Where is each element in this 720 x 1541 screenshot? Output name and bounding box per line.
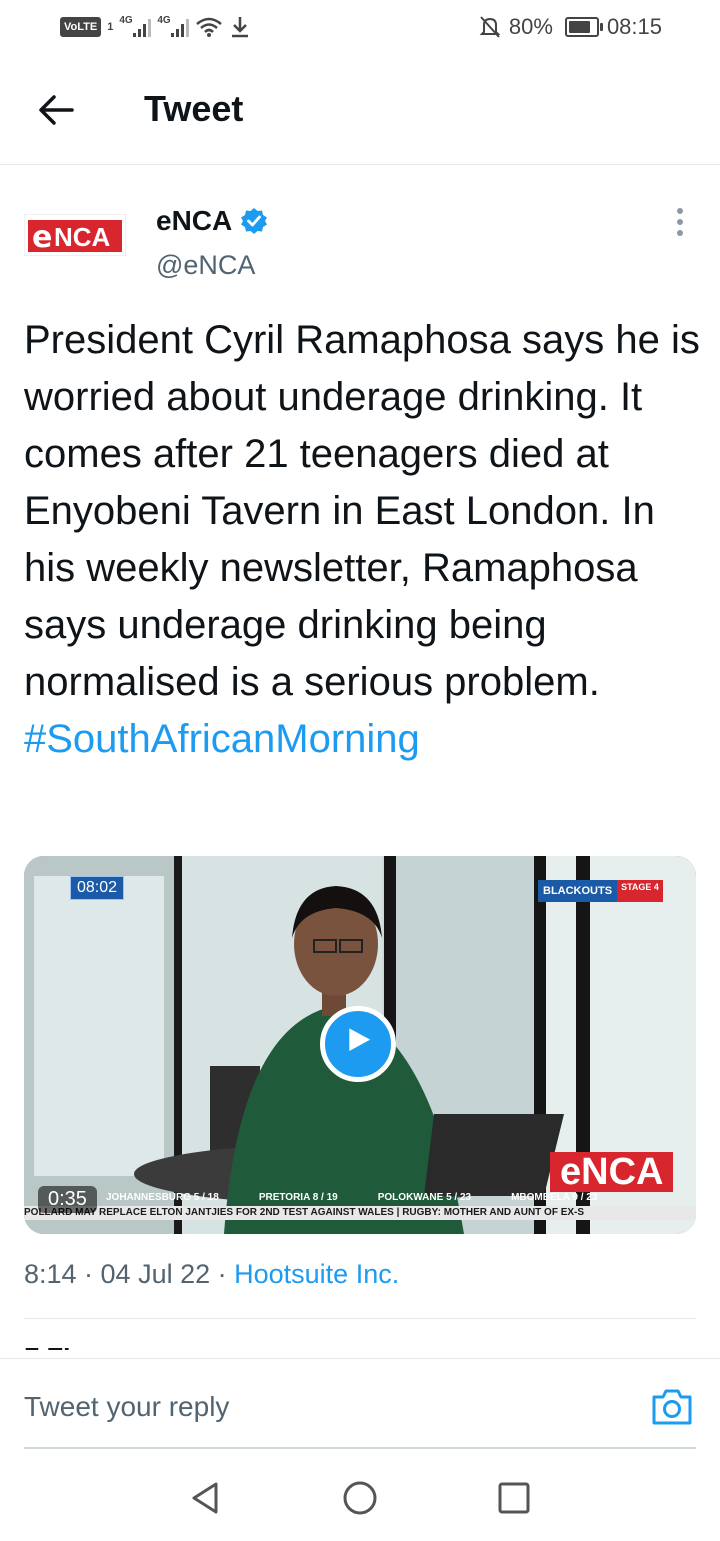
home-circle-icon[interactable]: [342, 1480, 378, 1516]
svg-text:e: e: [32, 220, 52, 255]
hashtag-link[interactable]: #SouthAfricanMorning: [24, 711, 704, 768]
author-name[interactable]: eNCA: [156, 205, 268, 237]
author-name-text: eNCA: [156, 205, 233, 236]
tweet-meta: 8:14 · 04 Jul 22 · Hootsuite Inc.: [24, 1259, 399, 1290]
status-bar: VoLTE 1 4G 4G 80% 08:15: [0, 0, 720, 54]
signal-icon: 4G: [157, 15, 190, 37]
battery-icon: [564, 17, 603, 37]
tweet-source-link[interactable]: Hootsuite Inc.: [234, 1259, 399, 1289]
tweet-timestamp: 8:14 · 04 Jul 22 ·: [24, 1259, 235, 1289]
reply-bar: Tweet your reply: [0, 1358, 720, 1449]
page-title: Tweet: [144, 88, 244, 129]
system-nav-bar: [0, 1450, 720, 1541]
likes-count[interactable]: 1 Li: [24, 1348, 696, 1358]
likes-count-text: 1 Li: [24, 1348, 696, 1357]
reply-input[interactable]: Tweet your reply: [24, 1391, 229, 1423]
channel-logo: eNCA: [550, 1152, 674, 1192]
wifi-icon: [196, 17, 223, 37]
network-type-label: 4G: [119, 15, 133, 26]
verified-badge-icon: [241, 208, 268, 234]
overlay-banner: BLACKOUTS STAGE 4: [538, 880, 663, 902]
arrow-left-icon[interactable]: [36, 90, 76, 130]
svg-text:NCA: NCA: [54, 222, 111, 252]
video-duration: 0:35: [38, 1186, 97, 1213]
top-app-bar: Tweet: [0, 56, 720, 165]
battery-percent: 80%: [508, 14, 553, 39]
weather-item: JOHANNESBURG 5 / 18: [106, 1192, 219, 1203]
video-player[interactable]: 08:02 BLACKOUTS STAGE 4 eNCA JOHANNESBUR…: [24, 856, 696, 1234]
weather-item: MBOMBELA 9 / 23: [511, 1192, 598, 1203]
status-right: 80% 08:15: [479, 14, 662, 40]
back-triangle-icon[interactable]: [188, 1480, 224, 1516]
recents-square-icon[interactable]: [496, 1480, 532, 1516]
camera-icon[interactable]: [650, 1387, 694, 1427]
download-icon: [232, 17, 249, 38]
weather-row: JOHANNESBURG 5 / 18 PRETORIA 8 / 19 POLO…: [106, 1192, 696, 1204]
signal-icon: 4G: [119, 15, 152, 37]
news-ticker: POLLARD MAY REPLACE ELTON JANTJIES FOR 2…: [24, 1206, 696, 1220]
overlay-stage-label: STAGE 4: [617, 880, 663, 902]
clock: 08:15: [606, 14, 662, 39]
sim-label: 1: [107, 21, 114, 33]
reply-underline: [24, 1447, 696, 1449]
play-icon[interactable]: [320, 1006, 396, 1082]
avatar[interactable]: e NCA: [24, 214, 126, 256]
mute-icon: [479, 16, 501, 38]
volte-icon: VoLTE: [60, 17, 102, 37]
network-type-label: 4G: [157, 15, 171, 26]
divider: [24, 1318, 696, 1319]
overlay-clock: 08:02: [70, 876, 125, 900]
tweet-text: President Cyril Ramaphosa says he is wor…: [24, 312, 704, 768]
more-options-icon[interactable]: [668, 206, 692, 238]
tweet-body: President Cyril Ramaphosa says he is wor…: [24, 318, 700, 704]
author-handle[interactable]: @eNCA: [156, 250, 255, 281]
status-left: VoLTE 1 4G 4G: [60, 14, 251, 40]
weather-item: POLOKWANE 5 / 23: [377, 1192, 472, 1203]
overlay-banner-label: BLACKOUTS: [538, 880, 618, 902]
weather-item: PRETORIA 8 / 19: [258, 1192, 338, 1203]
